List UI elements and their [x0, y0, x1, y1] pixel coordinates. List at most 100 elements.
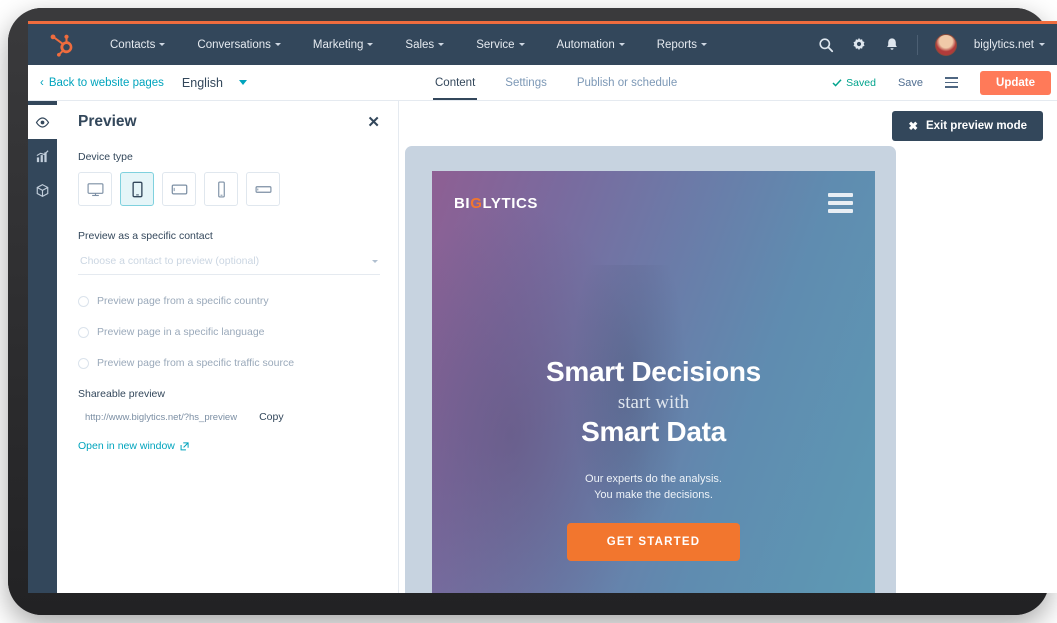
option-label: Preview page from a specific country [97, 295, 269, 307]
nav-item-marketing[interactable]: Marketing [297, 39, 390, 51]
nav-item-reports[interactable]: Reports [641, 39, 723, 51]
device-phone-landscape-button[interactable] [246, 172, 280, 206]
avatar[interactable] [934, 33, 957, 56]
eye-icon [35, 116, 50, 128]
saved-label: Saved [846, 76, 876, 89]
external-link-icon [180, 441, 189, 450]
chevron-down-icon [438, 43, 445, 46]
tablet-portrait-icon [131, 181, 143, 197]
chevron-down-icon [274, 43, 281, 46]
nav-menu: Contacts Conversations Marketing Sales S… [94, 39, 723, 51]
contact-select[interactable]: Choose a contact to preview (optional) [78, 251, 380, 275]
option-preview-country[interactable]: Preview page from a specific country [78, 295, 380, 307]
hero-heading-line1: Smart Decisions [546, 356, 761, 387]
logo-text-part2: LYTICS [482, 194, 539, 212]
update-button[interactable]: Update [980, 70, 1051, 95]
page-title: Preview [78, 113, 137, 130]
chevron-down-icon [372, 259, 378, 263]
radio-icon [78, 295, 89, 307]
status-badge-saved: Saved [832, 77, 876, 89]
device-desktop-button[interactable] [78, 172, 112, 206]
device-tablet-landscape-button[interactable] [162, 172, 196, 206]
analytics-chart-icon [36, 149, 49, 162]
nav-item-label: Marketing [312, 38, 364, 51]
language-selector[interactable]: English [182, 76, 247, 90]
hero-subtext-line1: Our experts do the analysis. [585, 473, 722, 485]
nav-divider [916, 34, 918, 55]
tab-settings[interactable]: Settings [503, 65, 549, 100]
nav-item-label: Contacts [110, 38, 156, 51]
nav-actions: biglytics.net [818, 33, 1051, 56]
option-preview-language[interactable]: Preview page in a specific language [78, 326, 380, 338]
preview-stage: ✖ Exit preview mode BI G LYTICS Smart Deci… [399, 101, 1057, 593]
back-to-website-pages-link[interactable]: ‹ Back to website pages [40, 77, 164, 89]
site-logo[interactable]: BI G LYTICS [454, 195, 538, 212]
more-options-button[interactable] [945, 77, 959, 88]
phone-landscape-icon [255, 185, 271, 193]
save-label: Save [897, 76, 924, 89]
copy-button[interactable]: Copy [259, 411, 284, 423]
open-in-new-window-link[interactable]: Open in new window [78, 440, 380, 452]
nav-item-label: Sales [405, 38, 435, 51]
app-screen: Contacts Conversations Marketing Sales S… [28, 21, 1057, 593]
bell-icon[interactable] [884, 37, 900, 53]
hamburger-menu-icon[interactable] [828, 193, 853, 213]
editor-body: Preview ✕ Device type Preview as a speci… [28, 101, 1057, 593]
exit-preview-mode-button[interactable]: ✖ Exit preview mode [892, 111, 1043, 141]
nav-item-contacts[interactable]: Contacts [94, 39, 181, 51]
desktop-icon [87, 182, 103, 196]
radio-icon [78, 357, 89, 369]
account-menu[interactable]: biglytics.net [974, 39, 1045, 51]
tablet-landscape-icon [171, 184, 187, 194]
shareable-url-row: http://www.biglytics.net/?hs_preview Cop… [78, 411, 380, 423]
option-preview-traffic-source[interactable]: Preview page from a specific traffic sou… [78, 357, 380, 369]
hero-heading-line2: start with [617, 392, 690, 413]
close-icon[interactable]: ✕ [367, 113, 380, 131]
device-type-label: Device type [78, 151, 133, 163]
search-icon[interactable] [818, 37, 834, 53]
previewed-web-page: BI G LYTICS Smart Decisions start with Sma… [432, 171, 875, 593]
radio-icon [78, 326, 89, 338]
nav-item-sales[interactable]: Sales [389, 39, 460, 51]
save-button[interactable]: Save [898, 77, 923, 89]
editor-tabs: Content Settings Publish or schedule [433, 65, 679, 100]
rail-item-analytics[interactable] [28, 139, 57, 173]
nav-item-label: Reports [656, 38, 698, 51]
hero-heading-line3: Smart Data [581, 416, 726, 447]
site-header: BI G LYTICS [432, 171, 875, 213]
hero-section: Smart Decisions start with Smart Data Ou… [432, 356, 875, 561]
nav-item-conversations[interactable]: Conversations [181, 39, 297, 51]
nav-item-automation[interactable]: Automation [541, 39, 641, 51]
toolbar-actions: Saved Save Update [832, 70, 1051, 95]
rail-item-modules[interactable] [28, 173, 57, 207]
nav-item-label: Service [476, 38, 515, 51]
rail-item-preview[interactable] [28, 105, 57, 139]
get-started-button[interactable]: GET STARTED [566, 523, 741, 561]
gear-icon[interactable] [851, 37, 867, 53]
panel-header: Preview ✕ [78, 113, 380, 131]
tab-content[interactable]: Content [433, 65, 478, 100]
chevron-down-icon [1039, 43, 1045, 46]
left-icon-rail [28, 101, 57, 593]
logo-text-g: G [470, 194, 483, 212]
option-label: Preview page in a specific language [97, 326, 265, 338]
back-link-label: Back to website pages [48, 76, 164, 89]
device-phone-portrait-button[interactable] [204, 172, 238, 206]
open-link-label: Open in new window [78, 440, 175, 452]
chevron-down-icon [518, 43, 525, 46]
option-label: Preview page from a specific traffic sou… [97, 357, 295, 369]
device-frame: Contacts Conversations Marketing Sales S… [8, 8, 1057, 615]
chevron-down-icon [159, 43, 166, 46]
phone-portrait-icon [217, 181, 225, 197]
shareable-url-text[interactable]: http://www.biglytics.net/?hs_preview [85, 412, 237, 423]
nav-item-service[interactable]: Service [460, 39, 540, 51]
device-tablet-portrait-button[interactable] [120, 172, 154, 206]
chevron-left-icon: ‹ [40, 76, 44, 89]
tab-publish-or-schedule[interactable]: Publish or schedule [575, 65, 679, 100]
tab-label: Content [435, 76, 476, 89]
update-label: Update [996, 76, 1035, 89]
hubspot-sprocket-icon[interactable] [50, 32, 76, 58]
contact-preview-label: Preview as a specific contact [78, 230, 213, 242]
nav-item-label: Automation [556, 38, 615, 51]
language-label: English [181, 75, 223, 90]
